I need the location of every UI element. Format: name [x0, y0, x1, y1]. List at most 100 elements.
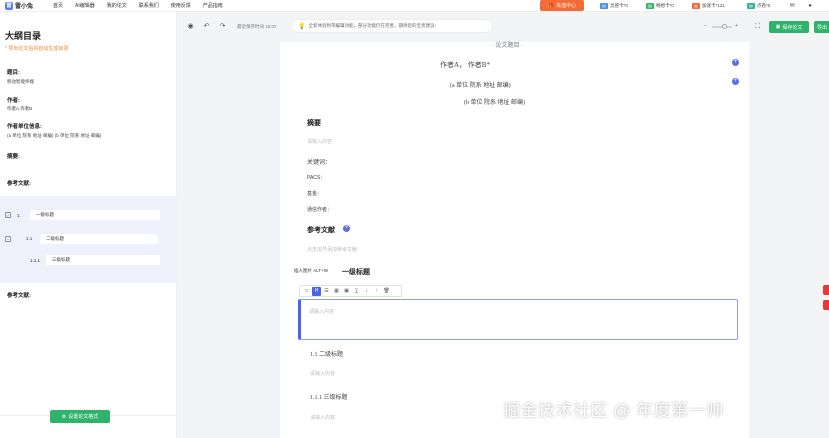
- card-label: 加速卡*121: [702, 3, 725, 8]
- nav-item-ai-editor[interactable]: AI编辑器: [75, 2, 95, 9]
- keywords-field[interactable]: 关键词：: [307, 157, 331, 166]
- nav-item-home[interactable]: 首页: [53, 2, 63, 9]
- recharge-label: 充值中心: [556, 3, 577, 9]
- outline-item-level2[interactable]: 二级标题: [40, 234, 158, 244]
- references-heading: 参考文献: [307, 227, 335, 234]
- references-placeholder[interactable]: 点击加号添加参考文献: [307, 246, 357, 253]
- heading-level3[interactable]: 1.1.1 三级标题: [310, 392, 348, 401]
- watermark: 掘金技术社区 @ 年度第一帅: [503, 401, 724, 420]
- author-label: 作者:: [7, 98, 20, 104]
- inspiration-card[interactable]: ▤ 灵感卡*0: [600, 2, 628, 10]
- references-label: 参考文献:: [7, 181, 31, 187]
- speedup-card[interactable]: ▤ 加速卡*121: [692, 2, 725, 10]
- abstract-placeholder[interactable]: 请输入内容: [307, 138, 332, 145]
- heading-level2[interactable]: 1.1 二级标题: [310, 349, 343, 358]
- abstract-label: 摘要:: [7, 154, 20, 160]
- references-label-bottom: 参考文献:: [7, 293, 31, 299]
- list-icon[interactable]: ☰: [322, 287, 331, 296]
- points-card[interactable]: ▤ 点卷*0: [747, 2, 770, 10]
- nav-item-guide[interactable]: 产品指南: [203, 2, 223, 9]
- insert-image-hint: 插入图片 ALT+W: [294, 268, 329, 273]
- table-icon[interactable]: ▦: [332, 287, 341, 296]
- outline-tree: ✓ 1. 一级标题 − 1.1 二级标题 1.1.1 三级标题: [0, 196, 177, 283]
- set-format-label: 设置论文格式: [68, 414, 99, 420]
- zoom-out-button[interactable]: −: [704, 23, 707, 29]
- h2-placeholder[interactable]: 请输入内容: [310, 370, 335, 377]
- heading-block-icon[interactable]: H: [312, 286, 321, 296]
- save-paper-button[interactable]: ▣ 保存论文: [769, 21, 809, 33]
- logo-text: 雷小兔: [15, 4, 34, 10]
- side-float-tab[interactable]: [823, 300, 829, 310]
- paper-canvas: · 论文题目 · 作者A， 作者B* + (a 单位 院系 地址 邮编) + (…: [280, 42, 749, 438]
- card-label: 点卷*0: [757, 3, 771, 8]
- outline-item-level3[interactable]: 三级标题: [46, 255, 160, 265]
- outline-num: 1.1.1: [30, 258, 41, 263]
- undo-icon[interactable]: ↶: [201, 21, 212, 32]
- export-button[interactable]: 导出: [814, 21, 829, 33]
- card-icon: ▤: [600, 3, 608, 9]
- abstract-heading: 摘要: [307, 120, 321, 127]
- move-up-icon[interactable]: ↑: [372, 287, 381, 296]
- lightbulb-icon: 💡: [298, 23, 306, 30]
- autosave-time: 最近保存时间 15:07: [237, 24, 277, 29]
- recharge-button[interactable]: 🎁 充值中心: [540, 0, 584, 11]
- outline-checkbox[interactable]: ✓: [5, 212, 11, 218]
- fullscreen-icon[interactable]: ⛶: [752, 21, 763, 32]
- unit-value[interactable]: (a 单位 院系 地址 邮编) (b 单位 院系 地址 邮编): [7, 133, 101, 139]
- formula-icon[interactable]: ∑: [352, 287, 361, 296]
- nav-item-feedback[interactable]: 使用反馈: [171, 2, 191, 9]
- h3-placeholder[interactable]: 请输入内容: [310, 414, 335, 421]
- pacs-field[interactable]: PACS：: [307, 174, 325, 181]
- topic-label: 题目:: [7, 70, 20, 76]
- block-toolbar: □ H ☰ ▦ ▣ ∑ ↓ ↑ 🗑: [299, 285, 402, 297]
- editor-toolbar: ◉ ↶ ↷ 最近保存时间 15:07 💡 全新体验附带编辑功能，部分功能仍在完善…: [177, 12, 829, 42]
- paper-authors[interactable]: 作者A， 作者B*: [440, 60, 490, 70]
- app-logo[interactable]: 雷 雷小兔: [5, 1, 53, 10]
- outline-num: 1.: [17, 213, 21, 218]
- topic-value[interactable]: 移动智能终端: [7, 79, 34, 85]
- gift-icon: 🎁: [547, 2, 555, 9]
- set-paper-format-button[interactable]: ⚙ 设置论文格式: [50, 410, 110, 423]
- zoom-in-button[interactable]: +: [735, 23, 738, 29]
- outline-sidebar: 大纲目录 * 导出论文后将自动生成目录 题目: 移动智能终端 作者: 作者A,作…: [0, 12, 177, 438]
- content-editor-box[interactable]: 请输入内容: [298, 299, 738, 340]
- message-icon[interactable]: ✉: [788, 2, 796, 10]
- delete-icon[interactable]: 🗑: [382, 287, 391, 296]
- fund-field[interactable]: 基金：: [307, 190, 322, 197]
- paper-title-fragment[interactable]: · 论文题目 ·: [492, 40, 523, 49]
- save-label: 保存论文: [782, 24, 803, 31]
- text-block-icon[interactable]: □: [302, 287, 311, 296]
- redo-icon[interactable]: ↷: [217, 21, 228, 32]
- imagination-card[interactable]: ▤ 畅想卡*0: [646, 2, 674, 10]
- card-icon: ▤: [692, 3, 700, 9]
- image-icon[interactable]: ▣: [342, 287, 351, 296]
- outline-title: 大纲目录: [5, 31, 42, 41]
- add-reference-icon[interactable]: +: [343, 225, 350, 232]
- preview-eye-icon[interactable]: ◉: [185, 21, 196, 32]
- outline-note: * 导出论文后将自动生成目录: [5, 46, 69, 52]
- card-label: 畅想卡*0: [656, 3, 674, 8]
- zoom-slider-handle[interactable]: [722, 24, 727, 29]
- paper-unit-a[interactable]: (a 单位 院系 地址 邮编): [450, 80, 511, 89]
- editor-placeholder: 请输入内容: [309, 309, 335, 315]
- outline-num: 1.1: [26, 236, 33, 241]
- side-float-tab[interactable]: [823, 285, 829, 295]
- unit-label: 作者单位信息:: [7, 124, 42, 130]
- add-unit-icon[interactable]: +: [732, 78, 739, 85]
- card-icon: ▤: [747, 3, 755, 9]
- heading-level1[interactable]: 一级标题: [342, 267, 370, 277]
- card-label: 灵感卡*0: [610, 3, 628, 8]
- settings-icon: ⚙: [61, 413, 67, 420]
- author-value[interactable]: 作者A,作者B: [7, 106, 32, 112]
- nav-item-my-papers[interactable]: 我的论文: [107, 2, 127, 9]
- add-author-icon[interactable]: +: [732, 59, 739, 66]
- move-down-icon[interactable]: ↓: [362, 287, 371, 296]
- paper-unit-b[interactable]: (b 单位 院系 地址 邮编): [464, 97, 525, 106]
- notice-text: 全新体验附带编辑功能，部分功能仍在完善，期待您的宝贵建议!: [308, 23, 436, 28]
- user-avatar-icon[interactable]: ●: [806, 2, 814, 10]
- corresponding-author-field[interactable]: 通信作者：: [307, 206, 332, 213]
- outline-item-level1[interactable]: 一级标题: [30, 210, 160, 220]
- notice-banner: 💡 全新体验附带编辑功能，部分功能仍在完善，期待您的宝贵建议!: [292, 20, 492, 32]
- nav-item-contact[interactable]: 联系我们: [139, 2, 159, 9]
- outline-checkbox[interactable]: −: [5, 236, 11, 242]
